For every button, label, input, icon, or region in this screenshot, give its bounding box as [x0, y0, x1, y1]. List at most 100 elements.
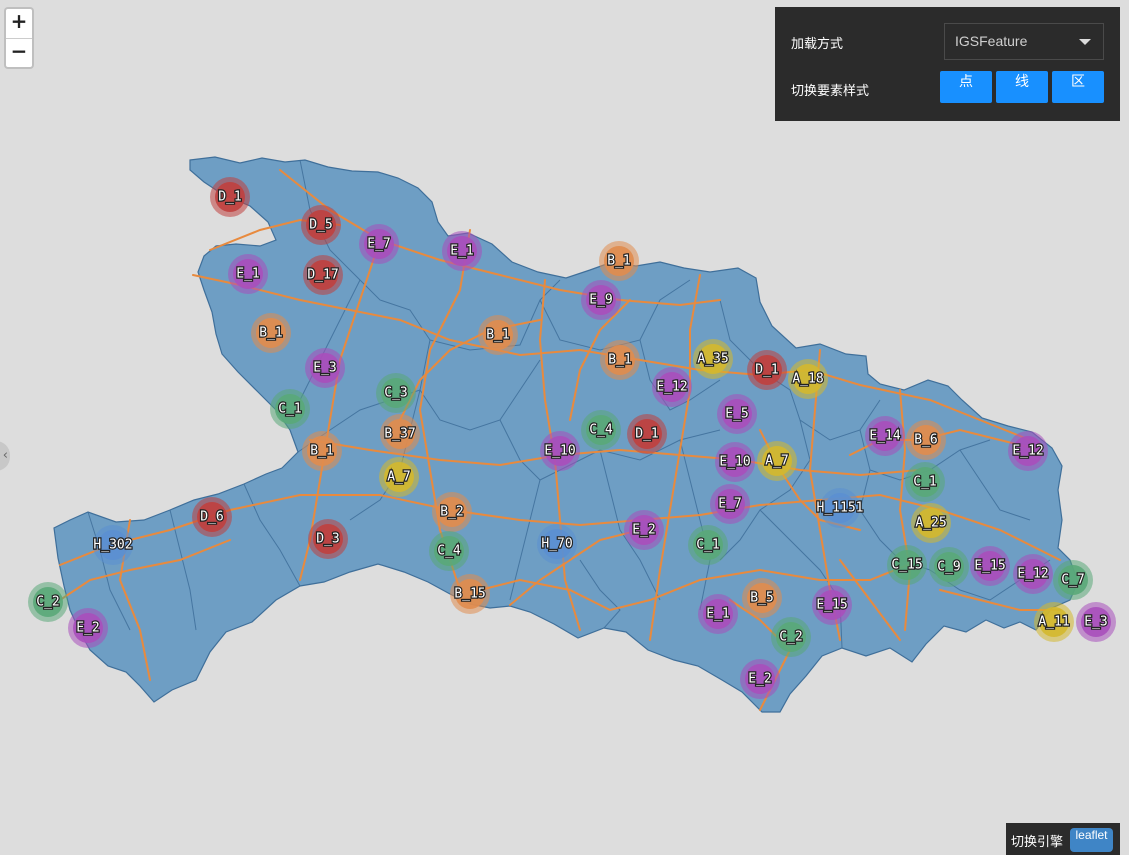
cluster-label: B_37 — [384, 427, 415, 442]
cluster-label: E_14 — [869, 429, 900, 444]
cluster-marker[interactable]: E_2 — [740, 659, 780, 699]
cluster-marker[interactable]: C_4 — [429, 531, 469, 571]
cluster-marker[interactable]: A_7 — [379, 457, 419, 497]
cluster-marker[interactable]: A_25 — [911, 503, 951, 543]
cluster-marker[interactable]: D_5 — [301, 205, 341, 245]
cluster-marker[interactable]: C_9 — [929, 547, 969, 587]
cluster-label: C_1 — [278, 402, 301, 417]
cluster-label: C_9 — [937, 560, 960, 575]
cluster-label: E_12 — [1012, 444, 1043, 459]
cluster-label: C_2 — [36, 595, 59, 610]
cluster-marker[interactable]: C_15 — [887, 545, 927, 585]
cluster-marker[interactable]: E_5 — [717, 394, 757, 434]
cluster-marker[interactable]: E_7 — [359, 224, 399, 264]
cluster-marker[interactable]: E_12 — [652, 367, 692, 407]
cluster-marker[interactable]: B_5 — [742, 578, 782, 618]
cluster-marker[interactable]: B_15 — [450, 574, 490, 614]
cluster-label: E_2 — [632, 523, 655, 538]
cluster-marker[interactable]: E_9 — [581, 280, 621, 320]
cluster-marker[interactable]: B_6 — [906, 420, 946, 460]
cluster-marker[interactable]: B_2 — [432, 492, 472, 532]
cluster-marker[interactable]: B_1 — [600, 340, 640, 380]
feature-style-label: 切换要素样式 — [791, 84, 870, 99]
cluster-marker[interactable]: E_12 — [1013, 554, 1053, 594]
style-point-button[interactable]: 点 — [940, 71, 992, 103]
cluster-label: H_70 — [541, 537, 572, 552]
cluster-marker[interactable]: D_1 — [210, 177, 250, 217]
cluster-label: C_15 — [891, 558, 922, 573]
zoom-out-button[interactable]: − — [6, 38, 32, 67]
cluster-label: B_1 — [259, 326, 282, 341]
cluster-marker[interactable]: D_1 — [747, 350, 787, 390]
cluster-marker[interactable]: D_3 — [308, 519, 348, 559]
style-line-button[interactable]: 线 — [996, 71, 1048, 103]
cluster-label: H_302 — [93, 538, 132, 553]
cluster-marker[interactable]: E_15 — [812, 585, 852, 625]
cluster-marker[interactable]: C_3 — [376, 373, 416, 413]
cluster-marker[interactable]: E_3 — [1076, 602, 1116, 642]
cluster-label: E_3 — [1084, 615, 1107, 630]
cluster-marker[interactable]: B_1 — [302, 431, 342, 471]
cluster-marker[interactable]: B_37 — [380, 414, 420, 454]
cluster-marker[interactable]: H_70 — [537, 524, 577, 564]
cluster-marker[interactable]: E_3 — [305, 348, 345, 388]
engine-leaflet-button[interactable]: leaflet — [1070, 828, 1113, 852]
cluster-marker[interactable]: A_18 — [788, 359, 828, 399]
style-region-button[interactable]: 区 — [1052, 71, 1104, 103]
cluster-marker[interactable]: C_1 — [688, 525, 728, 565]
cluster-label: E_12 — [656, 380, 687, 395]
cluster-marker[interactable]: D_1 — [627, 414, 667, 454]
load-method-select[interactable]: IGSFeature — [944, 23, 1104, 60]
cluster-marker[interactable]: B_1 — [478, 315, 518, 355]
cluster-marker[interactable]: E_2 — [624, 510, 664, 550]
cluster-label: D_5 — [309, 218, 332, 233]
cluster-marker[interactable]: D_17 — [303, 255, 343, 295]
cluster-marker[interactable]: A_35 — [693, 339, 733, 379]
zoom-control: + − — [4, 7, 34, 69]
cluster-label: B_1 — [486, 328, 509, 343]
cluster-marker[interactable]: E_15 — [970, 546, 1010, 586]
engine-label: 切换引擎 — [1011, 835, 1064, 850]
zoom-in-button[interactable]: + — [6, 9, 32, 38]
cluster-marker[interactable]: C_2 — [28, 582, 68, 622]
cluster-marker[interactable]: E_10 — [540, 431, 580, 471]
cluster-marker[interactable]: H_302 — [92, 525, 134, 565]
cluster-label: E_15 — [974, 559, 1005, 574]
cluster-label: B_15 — [454, 587, 485, 602]
cluster-label: E_1 — [236, 267, 259, 282]
cluster-label: A_11 — [1038, 615, 1069, 630]
cluster-marker[interactable]: E_2 — [68, 608, 108, 648]
cluster-marker[interactable]: E_12 — [1008, 431, 1048, 471]
cluster-label: D_1 — [635, 427, 658, 442]
cluster-marker[interactable]: E_14 — [865, 416, 905, 456]
cluster-label: C_1 — [696, 538, 719, 553]
cluster-marker[interactable]: C_4 — [581, 410, 621, 450]
cluster-marker[interactable]: B_1 — [599, 241, 639, 281]
cluster-marker[interactable]: E_7 — [710, 484, 750, 524]
cluster-marker[interactable]: A_7 — [757, 441, 797, 481]
cluster-marker[interactable]: E_1 — [228, 254, 268, 294]
cluster-label: H_1151 — [817, 501, 864, 516]
cluster-marker[interactable]: E_1 — [698, 594, 738, 634]
cluster-marker[interactable]: A_11 — [1034, 602, 1074, 642]
cluster-label: E_2 — [76, 621, 99, 636]
cluster-marker[interactable]: C_1 — [270, 389, 310, 429]
control-panel: 加载方式 IGSFeature 切换要素样式 点 线 区 — [775, 7, 1120, 121]
cluster-label: C_3 — [384, 386, 407, 401]
load-method-value: IGSFeature — [955, 33, 1028, 49]
cluster-marker[interactable]: C_7 — [1053, 560, 1093, 600]
cluster-label: D_1 — [218, 190, 241, 205]
cluster-marker[interactable]: D_6 — [192, 497, 232, 537]
cluster-label: E_7 — [367, 237, 390, 252]
cluster-label: E_5 — [725, 407, 748, 422]
cluster-label: A_18 — [792, 372, 823, 387]
cluster-label: E_1 — [706, 607, 729, 622]
cluster-marker[interactable]: E_1 — [442, 231, 482, 271]
cluster-marker[interactable]: B_1 — [251, 313, 291, 353]
cluster-label: B_2 — [440, 505, 463, 520]
cluster-marker[interactable]: E_10 — [715, 442, 755, 482]
cluster-marker[interactable]: C_1 — [905, 462, 945, 502]
map-canvas[interactable]: D_1 D_5 E_7 E_1 B_1 E_1 D_17 E_9 B_1 B_1 B_1 A_35 D_… — [0, 0, 1129, 855]
cluster-label: E_15 — [816, 598, 847, 613]
cluster-marker[interactable]: C_2 — [771, 617, 811, 657]
